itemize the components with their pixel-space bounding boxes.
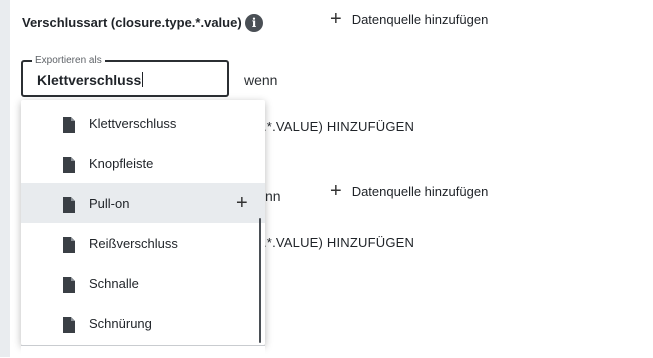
dropdown-item-klettverschluss[interactable]: Klettverschluss bbox=[21, 103, 265, 143]
plus-icon[interactable]: + bbox=[236, 193, 248, 213]
wenn-label: wenn bbox=[244, 72, 278, 88]
add-source-button-top[interactable]: + Datenquelle hinzufügen bbox=[330, 9, 488, 29]
dropdown-item-schnuerung[interactable]: Schnürung bbox=[21, 303, 265, 343]
export-as-value-text: Klettverschluss bbox=[37, 72, 142, 88]
dropdown-item-label: Knopfleiste bbox=[89, 155, 154, 171]
dropdown-item-label: Schnalle bbox=[89, 275, 139, 291]
dropdown-item-pull-on[interactable]: Pull-on + bbox=[21, 183, 265, 223]
export-as-legend: Exportieren als bbox=[32, 55, 105, 66]
dropdown-item-label: Klettverschluss bbox=[89, 115, 177, 131]
document-icon bbox=[63, 197, 75, 213]
add-value-link-1[interactable]: .*.VALUE) HINZUFÜGEN bbox=[263, 119, 414, 134]
add-source-button-second[interactable]: + Datenquelle hinzufügen bbox=[330, 181, 488, 201]
wenn-label-2: nn bbox=[265, 188, 281, 204]
add-source-label: Datenquelle hinzufügen bbox=[351, 183, 489, 199]
add-source-label: Datenquelle hinzufügen bbox=[351, 11, 489, 27]
dropdown-item-label: Reißverschluss bbox=[89, 235, 178, 251]
document-icon bbox=[63, 277, 75, 293]
document-icon bbox=[63, 237, 75, 253]
info-icon[interactable]: i bbox=[245, 14, 263, 32]
dropdown-item-knopfleiste[interactable]: Knopfleiste bbox=[21, 143, 265, 183]
left-rail bbox=[0, 0, 10, 357]
dropdown-next-edge bbox=[21, 345, 265, 358]
text-caret bbox=[142, 72, 144, 87]
document-icon bbox=[63, 317, 75, 333]
dropdown-item-label: Schnürung bbox=[89, 315, 152, 331]
plus-icon: + bbox=[330, 8, 342, 30]
field-title: Verschlussart (closure.type.*.value) bbox=[22, 15, 242, 30]
document-icon bbox=[63, 157, 75, 173]
plus-icon: + bbox=[330, 180, 342, 202]
dropdown-scrollbar[interactable] bbox=[259, 218, 261, 343]
document-icon bbox=[63, 117, 75, 133]
dropdown-item-reissverschluss[interactable]: Reißverschluss bbox=[21, 223, 265, 263]
dropdown-item-label: Pull-on bbox=[89, 195, 130, 211]
add-value-link-2[interactable]: .*.VALUE) HINZUFÜGEN bbox=[263, 235, 414, 250]
export-as-value: Klettverschluss bbox=[37, 72, 144, 88]
suggestion-dropdown: Klettverschluss Knopfleiste Pull-on + Re… bbox=[21, 100, 265, 345]
dropdown-item-schnalle[interactable]: Schnalle bbox=[21, 263, 265, 303]
